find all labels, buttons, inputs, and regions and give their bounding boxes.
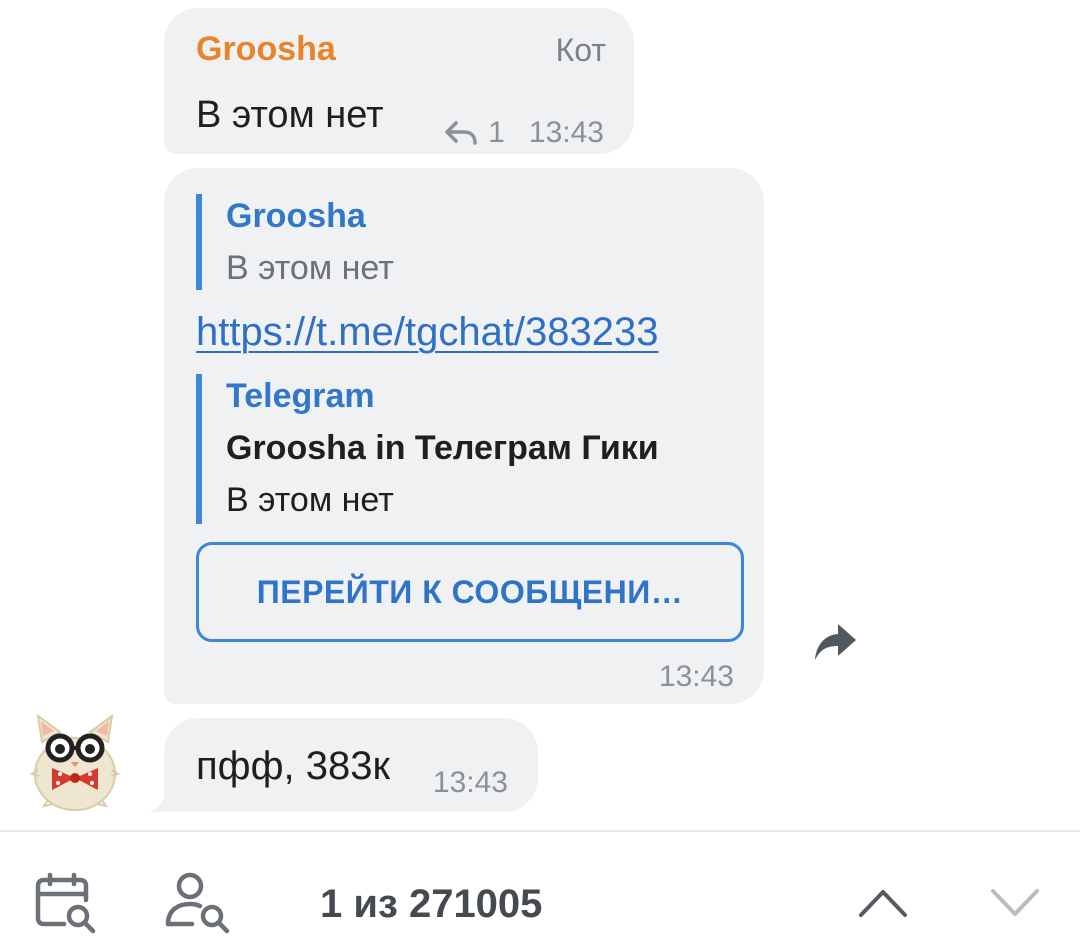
message-bubble[interactable]: Groosha Кот В этом нет 1 13:43 bbox=[164, 8, 634, 154]
user-search-icon[interactable] bbox=[164, 870, 232, 936]
sender-name[interactable]: Groosha bbox=[196, 30, 336, 69]
message-time: 13:43 bbox=[528, 116, 604, 149]
message-meta: 1 13:43 bbox=[444, 116, 604, 150]
admin-title: Кот bbox=[555, 32, 606, 68]
search-result-counter: 1 из 271005 bbox=[320, 882, 543, 926]
message-time: 13:43 bbox=[658, 660, 734, 693]
message-text: В этом нет bbox=[196, 94, 384, 136]
message-bubble[interactable]: Groosha В этом нет https://t.me/tgchat/3… bbox=[164, 168, 764, 704]
link-preview-site: Telegram bbox=[226, 377, 375, 415]
bubble-tail bbox=[148, 790, 170, 812]
message-link[interactable]: https://t.me/tgchat/383233 bbox=[196, 310, 659, 355]
avatar[interactable] bbox=[28, 712, 122, 812]
link-preview-title: Groosha in Телеграм Гики bbox=[226, 429, 659, 467]
reply-quote-text: В этом нет bbox=[226, 249, 394, 287]
link-preview[interactable]: Telegram Groosha in Телеграм Гики В этом… bbox=[196, 374, 659, 524]
message-time: 13:43 bbox=[432, 766, 508, 799]
reply-quote[interactable]: Groosha В этом нет bbox=[196, 194, 394, 290]
message-text: пфф, 383к bbox=[196, 744, 390, 788]
reply-quote-name: Groosha bbox=[226, 197, 366, 235]
chevron-down-icon[interactable] bbox=[988, 886, 1042, 920]
message-bubble[interactable]: пфф, 383к 13:43 bbox=[148, 718, 538, 812]
reply-count[interactable]: 1 bbox=[488, 116, 505, 150]
chat-area[interactable]: Groosha Кот В этом нет 1 13:43 Groosha В… bbox=[0, 0, 1080, 830]
calendar-search-icon[interactable] bbox=[34, 872, 98, 936]
reply-arrow-icon[interactable] bbox=[444, 120, 478, 146]
link-preview-description: В этом нет bbox=[226, 481, 394, 519]
go-to-message-button[interactable]: ПЕРЕЙТИ К СООБЩЕНИ… bbox=[196, 542, 744, 642]
search-navigation-bar: 1 из 271005 bbox=[0, 830, 1080, 950]
share-arrow-icon[interactable] bbox=[812, 620, 860, 664]
chevron-up-icon[interactable] bbox=[856, 886, 910, 920]
